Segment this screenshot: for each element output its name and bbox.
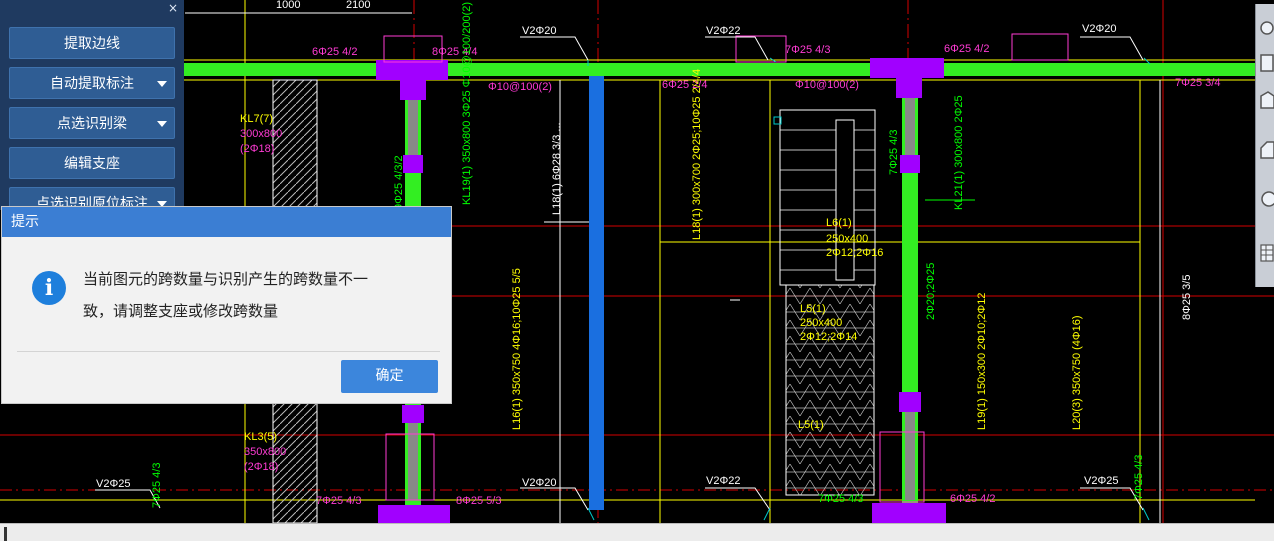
drawing-annotation: V2Φ25 [1084,475,1118,487]
drawing-annotation-vertical: 8Φ25 3/5 [1181,275,1193,320]
drawing-annotation-vertical: KL21(1) 300x800 2Φ25 [953,95,965,210]
auto-extract-label-text: 自动提取标注 [50,76,134,92]
pick-identify-beam-label: 点选识别梁 [57,116,127,132]
drawing-annotation: 2100 [346,0,370,11]
drawing-annotation: 6Φ25 4/2 [944,43,989,55]
status-marker [4,527,7,541]
beam-top [184,63,1255,76]
drawing-annotation: 250x400 [826,233,868,245]
ok-button[interactable]: 确定 [341,360,438,393]
dialog-message: 当前图元的跨数量与识别产生的跨数量不一 致，请调整支座或修改跨数量 [83,263,433,327]
drawing-annotation: 1000 [276,0,300,11]
drawing-annotation-vertical: L19(1) 150x300 2Φ10;2Φ12 [976,293,988,430]
drawing-annotation: 6Φ25 4/2 [312,46,357,58]
drawing-annotation: (2Φ18) [240,143,274,155]
drawing-annotation: V2Φ20 [522,477,556,489]
rectangle-icon[interactable] [1258,50,1274,76]
drawing-annotation-vertical: L18(1) 6Φ28 3/3 ... [551,122,563,215]
prompt-dialog: 提示 i 当前图元的跨数量与识别产生的跨数量不一 致，请调整支座或修改跨数量 确… [1,206,452,404]
drawing-annotation-vertical: L18(1) 300x700 2Φ25;10Φ25 2/4/4 [691,69,703,240]
drawing-annotation: (2Φ18) [244,461,278,473]
grid-icon[interactable] [1258,240,1274,266]
drawing-annotation: 7Φ25 3/4 [1175,77,1220,89]
cube-top-icon[interactable] [1258,88,1274,114]
extract-edge-label: 提取边线 [64,36,120,52]
drawing-annotation: L5(1) [798,419,824,431]
drawing-annotation: V2Φ20 [522,25,556,37]
drawing-annotation-vertical: 2Φ20;2Φ25 [925,263,937,320]
drawing-annotation-vertical: L16(1) 350x750 4Φ16;10Φ25 5/5 [511,268,523,430]
drawing-annotation: L6(1) [826,217,852,229]
drawing-annotation: V2Φ20 [1082,23,1116,35]
drawing-annotation: KL3(5) [244,431,277,443]
drawing-annotation: 250x400 [800,317,842,329]
drawing-annotation: L5(1) [800,303,826,315]
edit-support-button[interactable]: 编辑支座 [9,147,175,179]
close-panel-icon[interactable]: × [168,2,178,14]
beam-selected [589,76,604,510]
drawing-annotation: 7Φ25 4/3 [785,44,830,56]
dialog-separator [17,351,440,352]
extract-edge-button[interactable]: 提取边线 [9,27,175,59]
drawing-annotation: 350x800 [244,446,286,458]
drawing-annotation-vertical: KL19(1) 350x800 3Φ25 Φ10@100/200(2) [461,2,473,205]
drawing-annotation-vertical: 9Φ25 4/3/2 [393,155,405,210]
pick-identify-beam-button[interactable]: 点选识别梁 [9,107,175,139]
view-toolbar [1255,4,1274,287]
drawing-annotation: 6Φ25 4/2 [950,493,995,505]
drawing-annotation: V2Φ22 [706,25,740,37]
drawing-annotation: 2Φ12;2Φ16 [826,247,883,259]
drawing-annotation: V2Φ22 [706,475,740,487]
circle-icon[interactable] [1258,186,1274,212]
chevron-down-icon[interactable] [157,81,167,87]
drawing-annotation: Φ10@100(2) [795,79,859,91]
drawing-annotation: 7Φ25 4/3 [316,495,361,507]
drawing-annotation: 2Φ12;2Φ14 [800,331,857,343]
drawing-annotation: 7Φ25 4/3 [818,493,863,505]
drawing-annotation: Φ10@100(2) [488,81,552,93]
edit-support-label: 编辑支座 [64,156,120,172]
info-icon: i [32,271,66,305]
status-bar [0,523,1274,541]
side-panel: × 提取边线 自动提取标注 点选识别梁 编辑支座 点选识别原位标注 [0,0,184,219]
chevron-down-icon[interactable] [157,121,167,127]
auto-extract-label-button[interactable]: 自动提取标注 [9,67,175,99]
dialog-title: 提示 [2,207,451,237]
drawing-annotation: KL7(7) [240,113,273,125]
drawing-annotation-vertical: 7Φ25 4/3 [151,463,163,508]
dialog-message-line2: 致，请调整支座或修改跨数量 [83,302,279,320]
drawing-annotation: 8Φ25 5/3 [456,495,501,507]
drawing-annotation: 300x800 [240,128,282,140]
drawing-annotation-vertical: 7Φ25 4/3 [1133,455,1145,500]
dialog-message-line1: 当前图元的跨数量与识别产生的跨数量不一 [83,270,369,288]
zoom-icon[interactable] [1258,16,1274,42]
drawing-annotation: V2Φ25 [96,478,130,490]
drawing-annotation-vertical: L20(3) 350x750 (4Φ16) [1071,315,1083,430]
drawing-annotation-vertical: 7Φ25 4/3 [888,130,900,175]
cube-side-icon[interactable] [1258,138,1274,164]
